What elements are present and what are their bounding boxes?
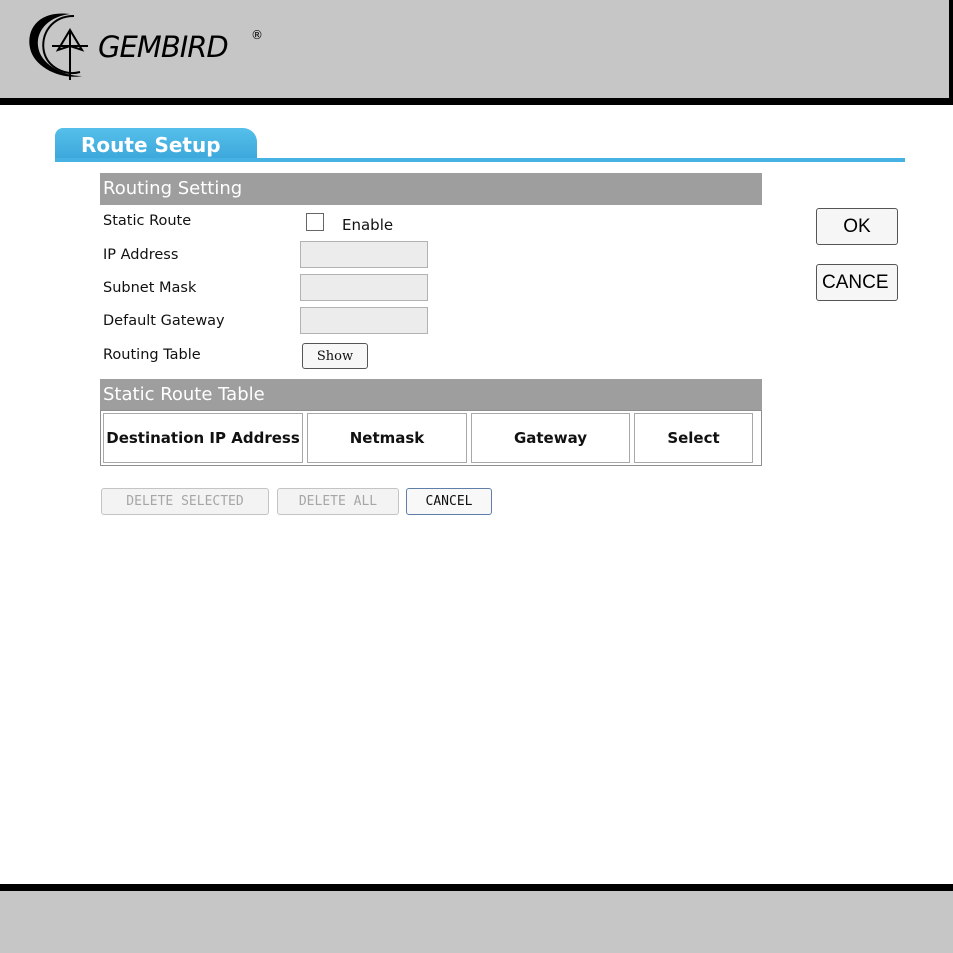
gembird-logo: GEMBIRD ® [22, 6, 263, 86]
static-route-label: Static Route [103, 213, 192, 229]
footer-background [0, 891, 953, 953]
column-header-select: Select [634, 413, 753, 463]
brand-name: GEMBIRD [98, 30, 229, 64]
page-footer [0, 884, 953, 953]
column-header-netmask: Netmask [307, 413, 467, 463]
column-header-gateway: Gateway [471, 413, 630, 463]
ip-address-label: IP Address [103, 247, 179, 263]
default-gateway-input[interactable] [300, 307, 428, 334]
cancel-button[interactable]: CANCEL [406, 488, 492, 515]
ok-button[interactable]: OK [816, 208, 898, 245]
enable-label: Enable [342, 216, 394, 234]
registered-mark: ® [251, 28, 263, 42]
static-route-table-header: Static Route Table [100, 379, 762, 411]
header-divider [0, 98, 953, 105]
default-gateway-label: Default Gateway [103, 313, 225, 329]
routing-setting-header: Routing Setting [100, 173, 762, 205]
delete-selected-button[interactable]: DELETE SELECTED [101, 488, 269, 515]
page-header: GEMBIRD ® [0, 0, 953, 106]
static-route-enable-checkbox[interactable] [306, 213, 324, 231]
side-cancel-button[interactable]: CANCE [816, 264, 898, 301]
show-routing-table-button[interactable]: Show [302, 343, 368, 369]
route-setup-panel: Route Setup Routing Setting Static Route… [55, 117, 905, 521]
subnet-mask-label: Subnet Mask [103, 280, 197, 296]
column-header-destination: Destination IP Address [103, 413, 303, 463]
page-title: Route Setup [81, 133, 221, 157]
routing-table-label: Routing Table [103, 347, 201, 363]
ip-address-input[interactable] [300, 241, 428, 268]
delete-all-button[interactable]: DELETE ALL [277, 488, 399, 515]
tab-underline [55, 158, 905, 162]
static-route-table: Destination IP Address Netmask Gateway S… [100, 410, 762, 466]
footer-divider [0, 884, 953, 891]
subnet-mask-input[interactable] [300, 274, 428, 301]
